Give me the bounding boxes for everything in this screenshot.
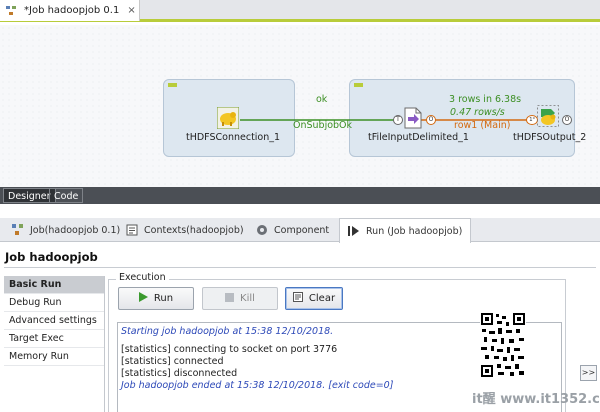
tab-job-settings[interactable]: Job(hadoopjob 0.1) [12, 218, 120, 242]
close-icon[interactable]: × [127, 5, 135, 16]
onsubjobok-link-label: OnSubjobOk [293, 120, 353, 131]
kill-button[interactable]: Kill [202, 287, 278, 310]
tab-component[interactable]: Component [256, 218, 329, 242]
tab-run[interactable]: Run (Job hadoopjob) [339, 218, 472, 243]
connection-lines [240, 119, 533, 121]
kill-icon [225, 292, 235, 305]
hdfs-output-icon[interactable] [537, 105, 559, 127]
editor-tab-job-hadoopjob[interactable]: *Job hadoopjob 0.1 × [0, 0, 140, 21]
job-settings-icon [12, 224, 24, 236]
tab-designer[interactable]: Designer [3, 188, 56, 203]
watermark-text: it醒 www.it1352.com [472, 392, 600, 407]
ok-link-label: ok [316, 94, 328, 105]
tab-run-label: Run (Job hadoopjob) [366, 225, 463, 237]
rows-count-stat: 3 rows in 6.38s [449, 94, 522, 105]
tab-code[interactable]: Code [49, 188, 84, 203]
component-gear-icon [256, 224, 268, 236]
divider [4, 267, 596, 268]
designer-code-bar: Designer Code [0, 187, 600, 204]
kill-button-label: Kill [240, 293, 255, 304]
play-icon [138, 292, 148, 305]
tab-job-settings-label: Job(hadoopjob 0.1) [30, 224, 121, 236]
sidenav-basic-run[interactable]: Basic Run [4, 276, 104, 294]
run-button-label: Run [153, 293, 174, 304]
clear-button-label: Clear [308, 293, 336, 304]
tab-component-label: Component [274, 224, 330, 236]
file-input-delimited-label: tFileInputDelimited_1 [368, 132, 469, 143]
file-input-delimited-icon[interactable] [402, 107, 424, 129]
output-port: O [562, 115, 572, 125]
sidenav-memory-run[interactable]: Memory Run [4, 348, 104, 366]
run-button[interactable]: Run [118, 287, 194, 310]
clear-button[interactable]: Clear [285, 287, 343, 310]
tab-contexts[interactable]: Contexts(hadoopjob) [126, 218, 244, 242]
run-view-icon [348, 225, 360, 237]
sidenav-advanced-settings[interactable]: Advanced settings [4, 312, 104, 330]
clear-icon [292, 292, 303, 305]
qr-code-image [480, 312, 526, 378]
expand-panel-button[interactable]: >> [580, 365, 597, 381]
run-mode-nav: Basic Run Debug Run Advanced settings Ta… [4, 276, 105, 412]
sidenav-debug-run[interactable]: Debug Run [4, 294, 104, 312]
row-output-port: O [426, 115, 436, 125]
editor-tab-title: *Job hadoopjob 0.1 [24, 5, 120, 16]
hdfs-connection-label: tHDFSConnection_1 [186, 132, 281, 143]
hdfs-output-label: tHDFSOutput_2 [513, 132, 587, 143]
sidenav-target-exec[interactable]: Target Exec [4, 330, 104, 348]
rows-rate-stat: 0.47 rows/s [450, 107, 505, 118]
contexts-icon [126, 224, 138, 236]
run-job-title: Job hadoopjob [5, 250, 98, 264]
tab-contexts-label: Contexts(hadoopjob) [144, 224, 244, 236]
hdfs-connection-icon[interactable] [217, 107, 239, 129]
views-tab-bar: Job(hadoopjob 0.1) Contexts(hadoopjob) C… [0, 218, 600, 243]
job-icon [6, 5, 18, 16]
row1-main-link-label: row1 (Main) [454, 120, 511, 131]
execution-group-label: Execution [116, 272, 169, 283]
editor-tab-bar: *Job hadoopjob 0.1 × [0, 0, 600, 22]
designer-canvas[interactable]: tHDFSConnection_1 ok OnSubjobOk T O tFil… [0, 25, 600, 187]
